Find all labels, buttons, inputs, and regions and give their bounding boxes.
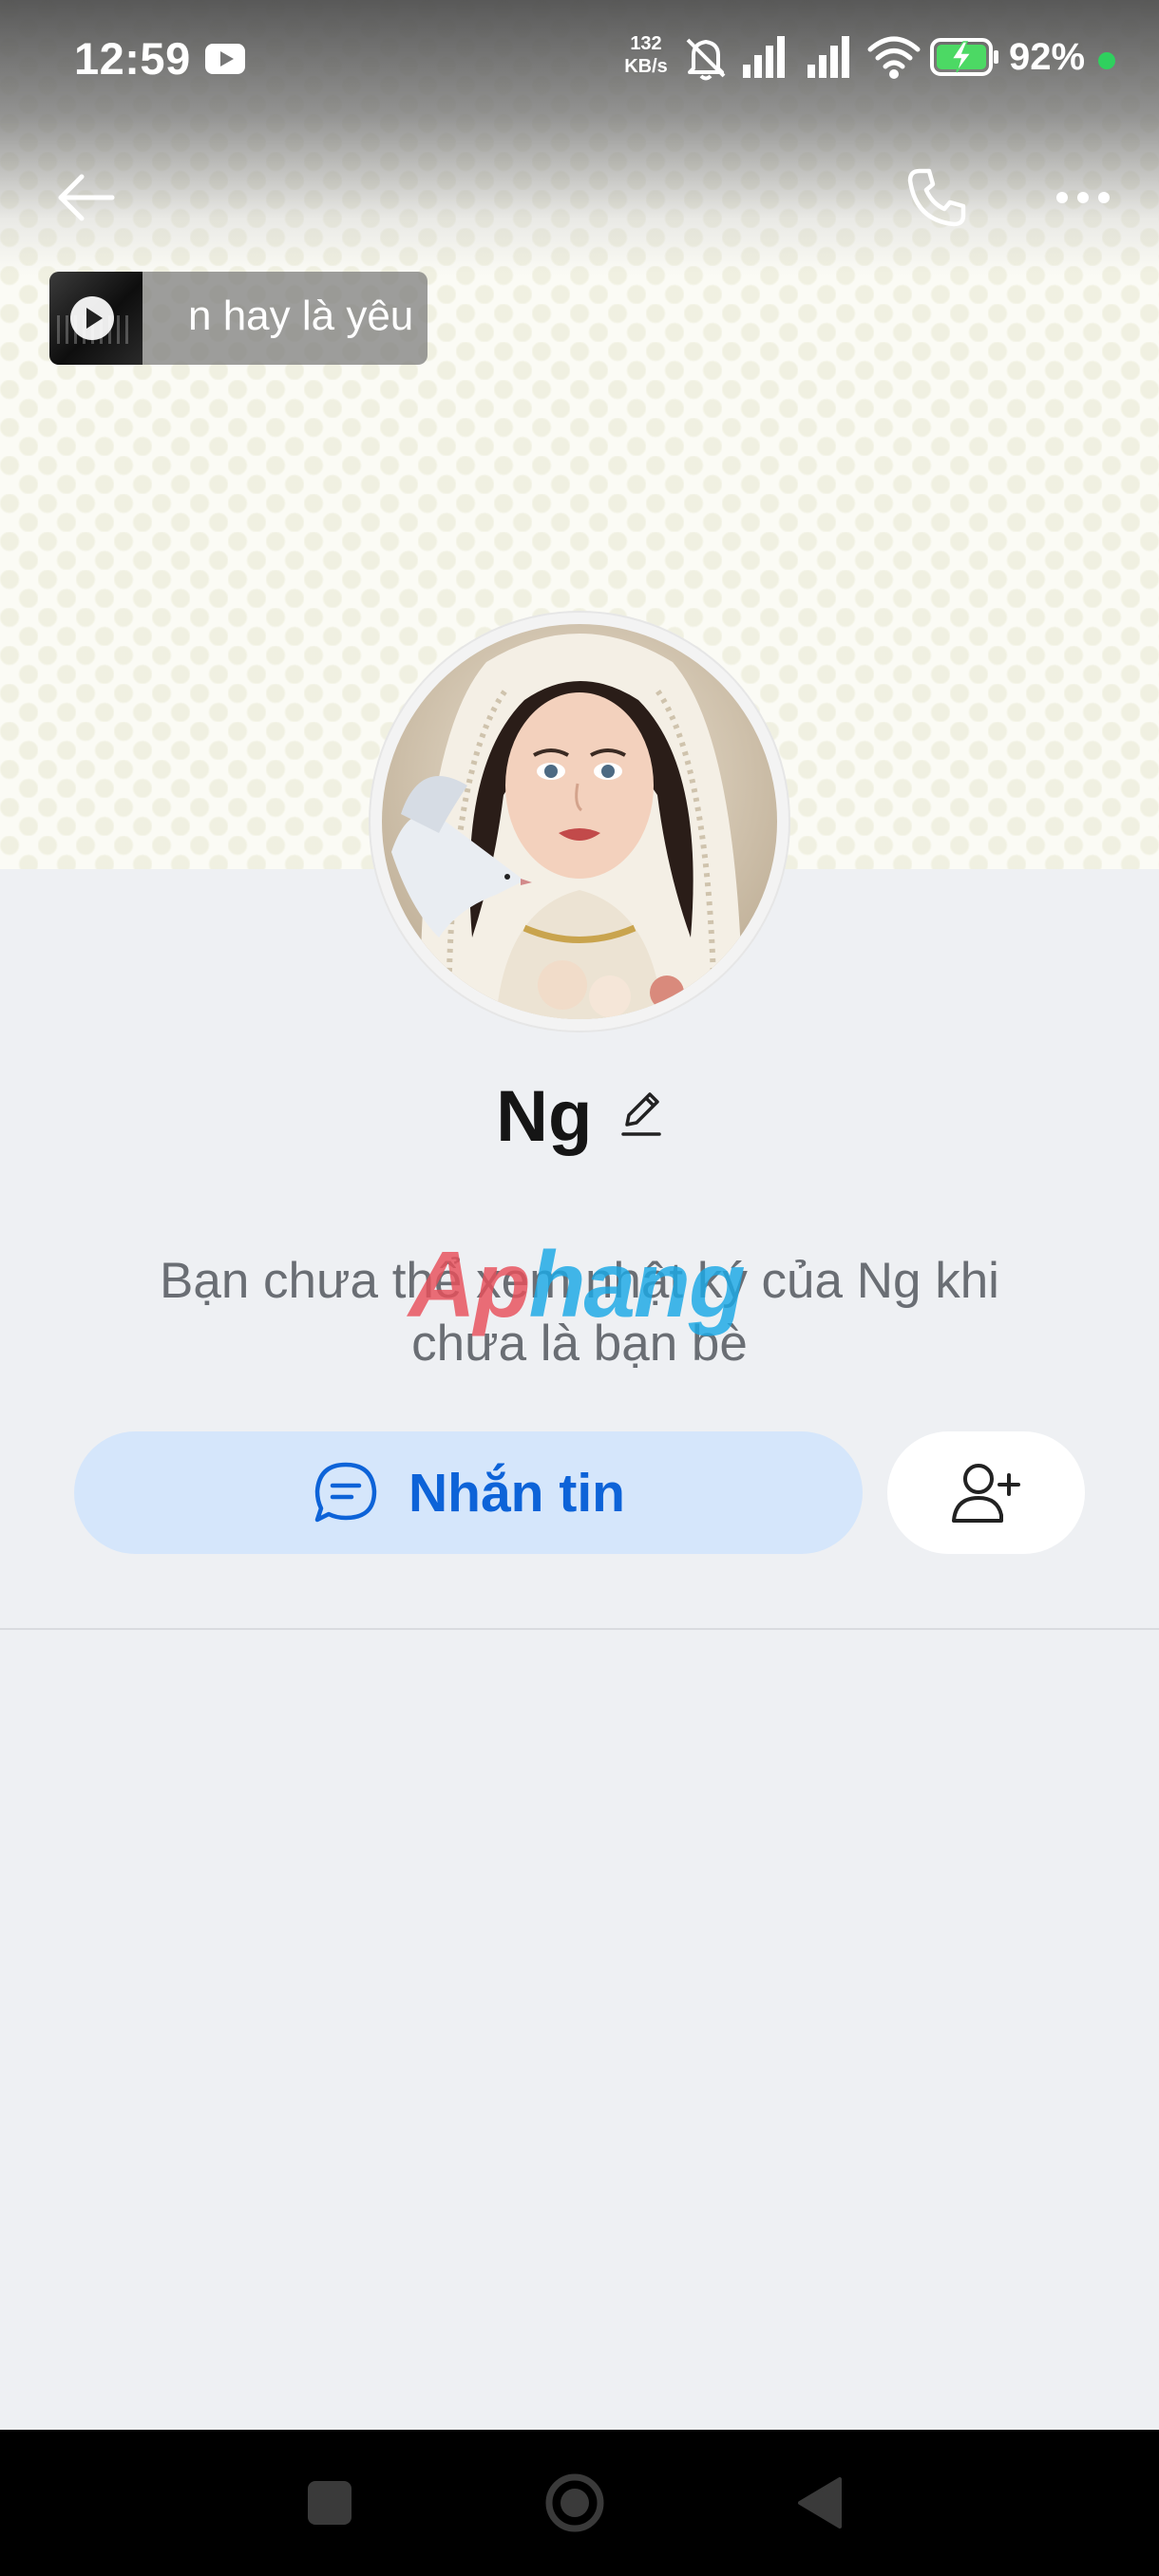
status-bar: 12:59 132 KB/s 92% bbox=[0, 0, 1159, 119]
system-nav-bar bbox=[0, 2430, 1159, 2576]
avatar[interactable] bbox=[370, 613, 788, 1031]
profile-name-row: Ng bbox=[0, 1075, 1159, 1158]
bell-off-icon bbox=[686, 38, 726, 81]
message-button[interactable]: Nhắn tin bbox=[74, 1431, 863, 1554]
phone-icon[interactable] bbox=[902, 163, 971, 232]
status-time: 12:59 bbox=[74, 33, 191, 84]
friend-only-notice: Bạn chưa thể xem nhật ký của Ng khi chưa… bbox=[160, 1253, 999, 1372]
battery-charging-icon bbox=[930, 38, 998, 76]
add-user-icon bbox=[952, 1463, 1020, 1523]
back-icon[interactable] bbox=[794, 2475, 844, 2530]
net-speed-value: 132 bbox=[630, 33, 662, 54]
add-friend-button[interactable] bbox=[887, 1431, 1085, 1554]
more-icon[interactable] bbox=[1054, 186, 1112, 209]
youtube-icon bbox=[205, 44, 245, 74]
signal-icon bbox=[743, 36, 785, 78]
profile-music-chip[interactable]: n hay là yêu bbox=[49, 272, 428, 365]
wifi-icon bbox=[867, 36, 921, 79]
section-divider bbox=[0, 1628, 1159, 1630]
pencil-icon[interactable] bbox=[619, 1089, 663, 1138]
avatar-image bbox=[382, 624, 777, 1019]
back-arrow-icon[interactable] bbox=[55, 171, 118, 224]
music-title: n hay là yêu bbox=[188, 293, 414, 339]
play-icon[interactable] bbox=[70, 296, 114, 340]
message-button-label: Nhắn tin bbox=[408, 1462, 625, 1524]
privacy-indicator-dot bbox=[1098, 52, 1115, 69]
signal-icon bbox=[808, 36, 849, 78]
chat-bubble-icon bbox=[314, 1462, 377, 1522]
home-icon[interactable] bbox=[543, 2472, 606, 2534]
net-speed-unit: KB/s bbox=[624, 56, 668, 77]
recents-icon[interactable] bbox=[306, 2479, 353, 2527]
music-cover-thumbnail bbox=[49, 272, 142, 365]
net-speed: 132 KB/s bbox=[618, 32, 674, 78]
battery-percent: 92% bbox=[1009, 36, 1086, 78]
profile-name: Ng bbox=[496, 1076, 593, 1157]
